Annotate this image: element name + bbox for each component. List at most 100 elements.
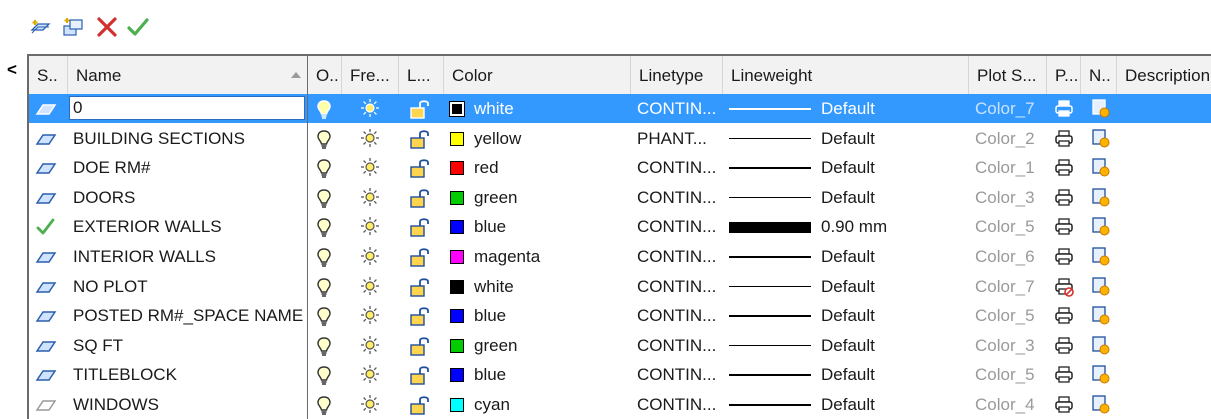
freeze-sun-icon[interactable] [360,335,380,355]
layer-lineweight[interactable]: Default [723,272,969,301]
layer-lineweight[interactable]: Default [723,94,969,123]
on-off-bulb-icon[interactable] [316,247,332,268]
freeze-sun-icon[interactable] [360,98,380,118]
layer-linetype[interactable]: CONTIN... [637,183,723,212]
lock-unlocked-icon[interactable] [409,157,431,179]
layer-linetype[interactable]: CONTIN... [637,94,723,123]
layer-lineweight[interactable]: 0.90 mm [723,212,969,241]
plot-printer-icon[interactable] [1054,395,1074,415]
layer-name-edit-field[interactable]: 0 [69,96,305,120]
new-layer-button[interactable] [29,16,51,38]
lock-unlocked-icon[interactable] [409,364,431,386]
column-header-description[interactable]: Description [1117,56,1211,95]
new-vp-freeze-icon[interactable] [1091,128,1111,149]
plot-printer-icon[interactable] [1054,217,1074,237]
freeze-sun-icon[interactable] [360,216,380,236]
plot-printer-icon[interactable] [1054,247,1074,267]
layer-color[interactable]: green [444,331,631,360]
layer-lineweight[interactable]: Default [723,360,969,389]
layer-lineweight[interactable]: Default [723,331,969,360]
layer-lineweight[interactable]: Default [723,301,969,330]
layer-color[interactable]: blue [444,360,631,389]
plot-printer-icon[interactable] [1054,306,1074,326]
layer-row[interactable]: DOE RM# red CONTIN... Default Color_1 [29,153,1211,182]
layer-linetype[interactable]: PHANT... [637,124,723,153]
layer-row[interactable]: NO PLOT white CONTIN... Default Color_7 [29,272,1211,301]
column-header-new-vp-freeze[interactable]: N.. [1081,56,1117,95]
freeze-sun-icon[interactable] [360,187,380,207]
on-off-bulb-icon[interactable] [316,217,332,238]
layer-lineweight[interactable]: Default [723,183,969,212]
column-header-lock[interactable]: L... [399,56,444,95]
layer-color[interactable]: blue [444,212,631,241]
lock-unlocked-icon[interactable] [409,246,431,268]
layer-lineweight[interactable]: Default [723,242,969,271]
layer-lineweight[interactable]: Default [723,124,969,153]
layer-linetype[interactable]: CONTIN... [637,360,723,389]
on-off-bulb-icon[interactable] [316,277,332,298]
column-header-status[interactable]: S.. [29,56,68,95]
plot-printer-icon[interactable] [1054,188,1074,208]
layer-linetype[interactable]: CONTIN... [637,242,723,271]
new-vp-freeze-icon[interactable] [1091,187,1111,208]
plot-printer-icon[interactable] [1054,336,1074,356]
layer-row[interactable]: INTERIOR WALLS magenta CONTIN... Default Col… [29,242,1211,271]
freeze-sun-icon[interactable] [360,305,380,325]
column-header-color[interactable]: Color [444,56,631,95]
layer-lineweight[interactable]: Default [723,153,969,182]
new-vp-freeze-icon[interactable] [1091,335,1111,356]
on-off-bulb-icon[interactable] [316,99,332,120]
plot-printer-icon[interactable] [1054,365,1074,385]
delete-layer-button[interactable] [96,16,118,38]
plot-printer-icon[interactable] [1054,99,1074,119]
layer-row[interactable]: BUILDING SECTIONS yellow PHANT... Default Co… [29,124,1211,153]
freeze-sun-icon[interactable] [360,364,380,384]
on-off-bulb-icon[interactable] [316,129,332,150]
layer-color[interactable]: magenta [444,242,631,271]
new-vp-freeze-icon[interactable] [1091,364,1111,385]
column-header-freeze[interactable]: Fre... [342,56,399,95]
layer-linetype[interactable]: CONTIN... [637,153,723,182]
lock-unlocked-icon[interactable] [409,187,431,209]
column-header-plot[interactable]: P... [1047,56,1081,95]
layer-linetype[interactable]: CONTIN... [637,390,723,419]
freeze-sun-icon[interactable] [360,246,380,266]
on-off-bulb-icon[interactable] [316,336,332,357]
on-off-bulb-icon[interactable] [316,395,332,416]
new-vp-freeze-icon[interactable] [1091,157,1111,178]
on-off-bulb-icon[interactable] [316,306,332,327]
new-vp-freeze-icon[interactable] [1091,98,1111,119]
new-vp-freeze-icon[interactable] [1091,276,1111,297]
column-header-lineweight[interactable]: Lineweight [723,56,969,95]
layer-linetype[interactable]: CONTIN... [637,331,723,360]
new-vp-freeze-icon[interactable] [1091,246,1111,267]
collapse-chevron-icon[interactable]: < [7,60,17,80]
column-header-on[interactable]: O.. [308,56,342,95]
column-header-linetype[interactable]: Linetype [631,56,723,95]
layer-lineweight[interactable]: Default [723,390,969,419]
layer-color[interactable]: white [444,272,631,301]
lock-unlocked-icon[interactable] [409,335,431,357]
layer-row[interactable]: WINDOWS cyan CONTIN... Default Color_4 [29,390,1211,419]
new-vp-freeze-icon[interactable] [1091,305,1111,326]
column-header-plot-style[interactable]: Plot S... [969,56,1047,95]
layer-row[interactable]: DOORS green CONTIN... Default Color_3 [29,183,1211,212]
lock-unlocked-icon[interactable] [409,305,431,327]
on-off-bulb-icon[interactable] [316,158,332,179]
layer-color[interactable]: white [444,94,631,123]
lock-unlocked-icon[interactable] [409,394,431,416]
set-current-button[interactable] [127,16,149,38]
freeze-sun-icon[interactable] [360,128,380,148]
freeze-sun-icon[interactable] [360,157,380,177]
layer-row[interactable]: TITLEBLOCK blue CONTIN... Default Color_5 [29,360,1211,389]
layer-row[interactable]: 0 white CONTIN... Default Color_7 [29,94,1211,123]
new-layer-vp-frozen-button[interactable] [62,16,84,38]
collapse-panel-bar[interactable]: < [0,54,28,417]
layer-linetype[interactable]: CONTIN... [637,212,723,241]
freeze-sun-icon[interactable] [360,276,380,296]
layer-color[interactable]: yellow [444,124,631,153]
lock-unlocked-icon[interactable] [409,276,431,298]
new-vp-freeze-icon[interactable] [1091,216,1111,237]
column-header-name[interactable]: Name [68,56,308,95]
layer-row[interactable]: EXTERIOR WALLS blue CONTIN... 0.90 mm Color_… [29,212,1211,241]
